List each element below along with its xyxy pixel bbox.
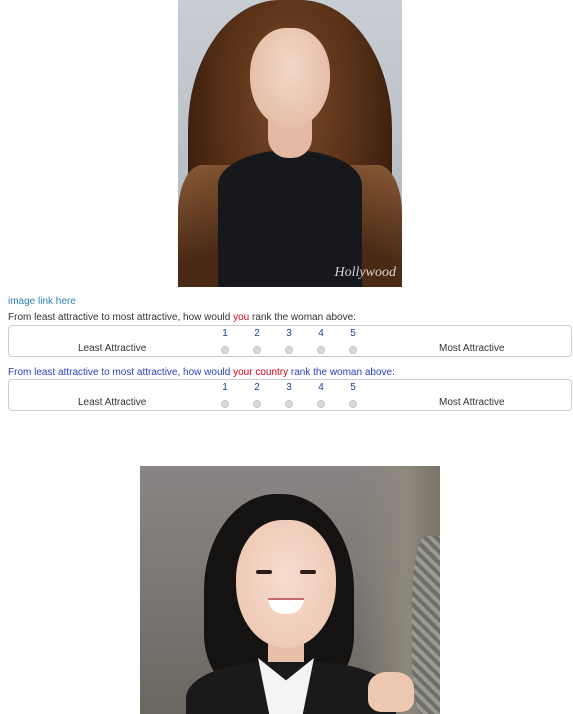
most-attractive-label: Most Attractive bbox=[439, 343, 505, 354]
question-2-highlight: your country bbox=[233, 367, 289, 378]
image-link[interactable]: image link here bbox=[8, 296, 76, 307]
rating-row-1: Least Attractive Most Attractive bbox=[8, 325, 572, 357]
radio-option-4[interactable] bbox=[317, 400, 325, 408]
portrait-photo-2 bbox=[140, 466, 440, 714]
question-2-suffix: rank the woman above: bbox=[288, 367, 395, 378]
watermark-logo: Hollywood bbox=[334, 265, 396, 280]
photo-face bbox=[236, 520, 336, 648]
question-1-highlight: you bbox=[233, 312, 250, 323]
photo-eye-right bbox=[300, 570, 316, 574]
radio-option-4[interactable] bbox=[317, 346, 325, 354]
photo-eye-left bbox=[256, 570, 272, 574]
question-1-suffix: rank the woman above: bbox=[249, 312, 356, 323]
question-1: From least attractive to most attractive… bbox=[8, 312, 356, 323]
photo-hand bbox=[368, 672, 414, 712]
question-1-prefix: From least attractive to most attractive… bbox=[8, 312, 234, 323]
most-attractive-label: Most Attractive bbox=[439, 397, 505, 408]
least-attractive-label: Least Attractive bbox=[78, 397, 147, 408]
radio-option-3[interactable] bbox=[285, 346, 293, 354]
least-attractive-label: Least Attractive bbox=[78, 343, 147, 354]
radio-option-5[interactable] bbox=[349, 400, 357, 408]
radio-option-1[interactable] bbox=[221, 400, 229, 408]
question-2: From least attractive to most attractive… bbox=[8, 367, 395, 378]
portrait-photo-1: Hollywood bbox=[178, 0, 402, 287]
radio-option-2[interactable] bbox=[253, 400, 261, 408]
photo-face bbox=[250, 28, 330, 128]
rating-row-2: Least Attractive Most Attractive bbox=[8, 379, 572, 411]
radio-option-5[interactable] bbox=[349, 346, 357, 354]
radio-option-2[interactable] bbox=[253, 346, 261, 354]
question-2-prefix: From least attractive to most attractive… bbox=[8, 367, 234, 378]
radio-option-3[interactable] bbox=[285, 400, 293, 408]
photo-rock bbox=[412, 536, 440, 714]
radio-option-1[interactable] bbox=[221, 346, 229, 354]
